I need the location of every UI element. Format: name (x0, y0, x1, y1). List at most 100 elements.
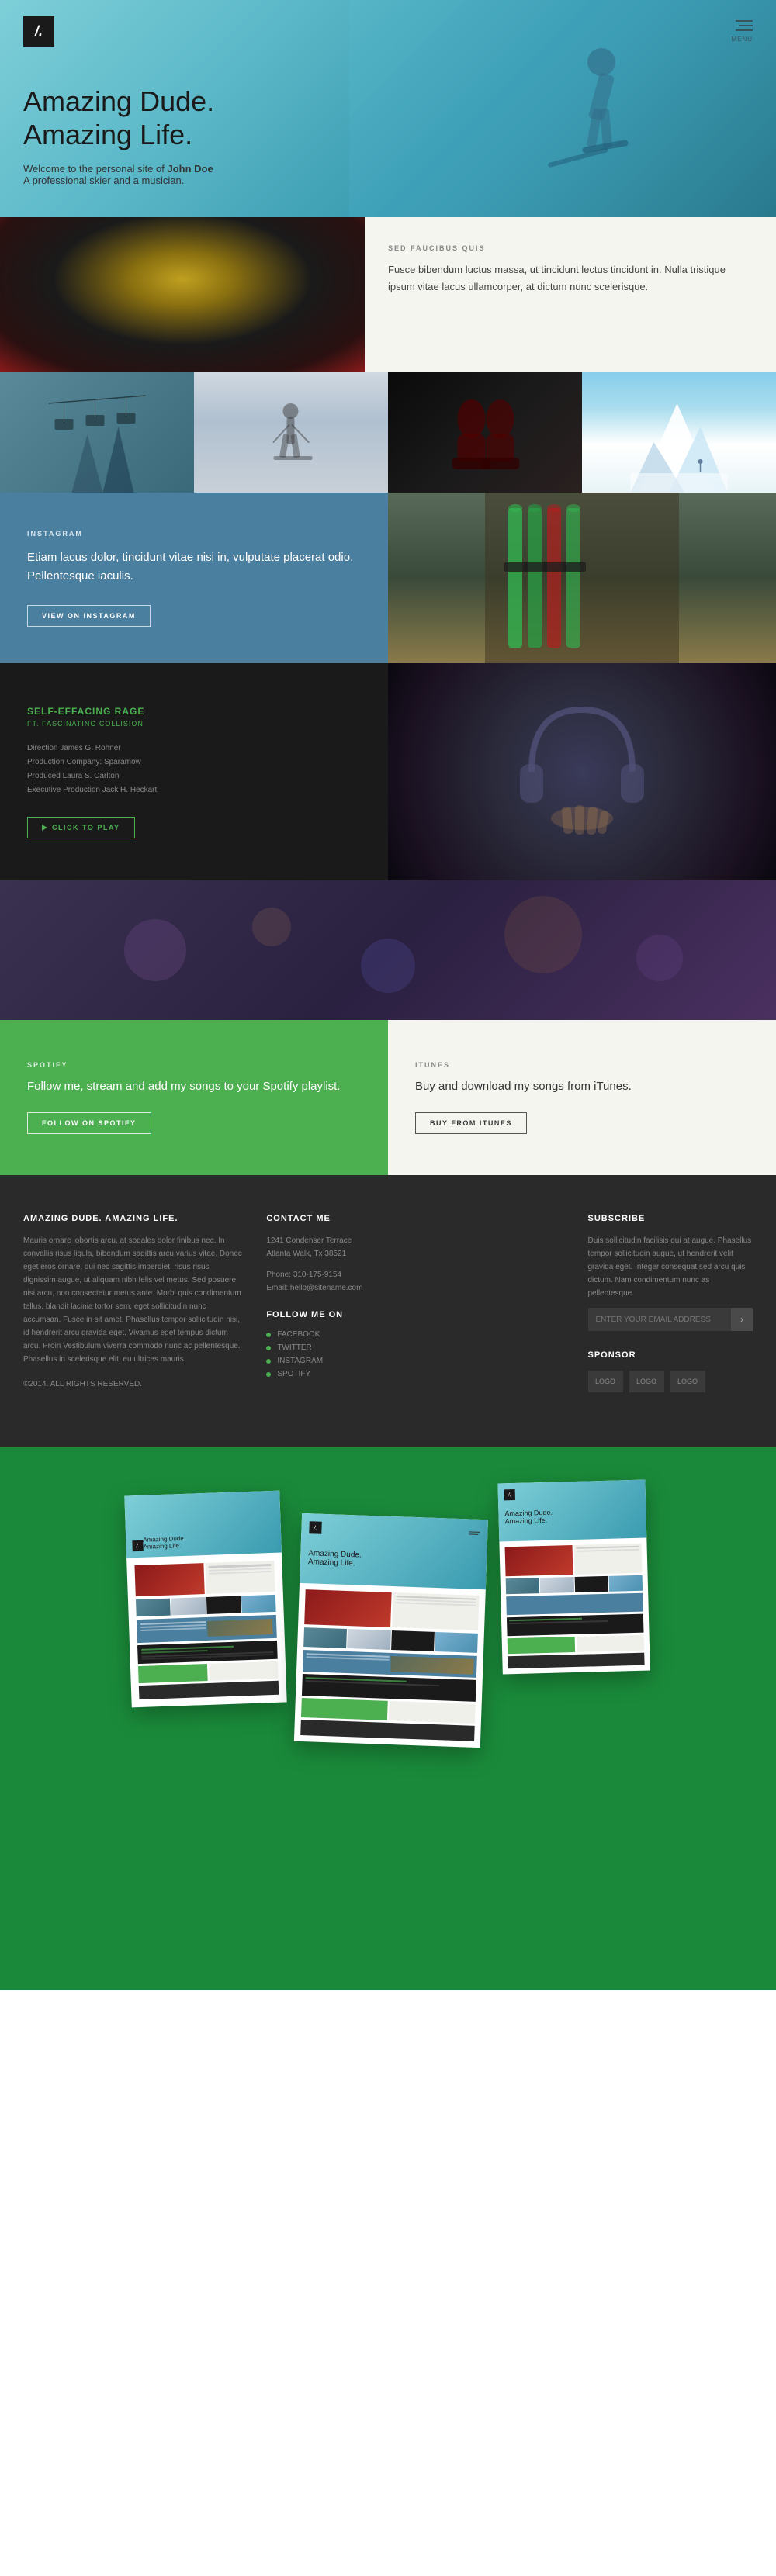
footer-follow-title: FOLLOW ME ON (266, 1310, 431, 1319)
skier-field-svg (194, 372, 388, 493)
itunes-text: Buy and download my songs from iTunes. (415, 1078, 749, 1096)
social-dot-icon (266, 1359, 271, 1364)
social-twitter[interactable]: TWITTER (266, 1343, 431, 1352)
mockup-light-cell (205, 1561, 275, 1594)
mockup-cell-4 (241, 1595, 276, 1613)
goggles-image (0, 217, 365, 372)
instagram-button[interactable]: VIEW ON INSTAGRAM (27, 605, 151, 627)
header-content: Amazing Dude. Amazing Life. Welcome to t… (23, 85, 214, 186)
spotify-text: Follow me, stream and add my songs to yo… (27, 1078, 361, 1096)
photo-ski-boots (388, 372, 582, 493)
play-label: CLICK TO PLAY (52, 824, 120, 832)
mockup-instagram (137, 1615, 277, 1643)
photo-chairlift (0, 372, 194, 493)
headphones-image (388, 663, 776, 880)
subscribe-submit-button[interactable]: › (731, 1308, 753, 1331)
play-button[interactable]: CLICK TO PLAY (27, 817, 135, 838)
mockup-header-text: Amazing Dude.Amazing Life. (143, 1535, 185, 1551)
sponsor-logo-1: LOGO (588, 1371, 623, 1392)
mockup-itunes-mini (209, 1661, 279, 1681)
hero-image (349, 0, 776, 217)
mockup-photo-grid (136, 1595, 276, 1616)
lower-music-image (0, 880, 776, 1020)
footer-contact: CONTACT ME 1241 Condenser Terrace Atlant… (266, 1214, 431, 1392)
mockup-cell-2 (171, 1597, 206, 1616)
mountains-svg (582, 372, 776, 493)
footer-copyright: ©2014. ALL RIGHTS RESERVED. (23, 1378, 243, 1391)
mockup-spotify-mini (138, 1664, 208, 1683)
footer-sponsor-title: SPONSOR (588, 1350, 753, 1360)
footer-subscribe-text: Duis sollicitudin facilisis dui at augue… (588, 1234, 753, 1300)
footer-subscribe-form: › (588, 1308, 753, 1331)
social-facebook[interactable]: FACEBOOK (266, 1330, 431, 1339)
footer-social-links: FACEBOOK TWITTER INSTAGRAM SPOTIFY (266, 1330, 431, 1378)
music-title: SELF-EFFACING RAGE (27, 706, 361, 717)
itunes-label: ITUNES (415, 1061, 749, 1069)
music-section: SELF-EFFACING RAGE FT. FASCINATING COLLI… (0, 663, 776, 880)
mockup-2: /. Amazing Dude.Amazing Life. (294, 1513, 488, 1748)
footer-phone: Phone: 310-175-9154 (266, 1268, 431, 1281)
mockup-cell-3 (206, 1596, 241, 1614)
split-section: SED FAUCIBUS QUIS Fusce bibendum luctus … (0, 217, 776, 372)
mockup-display: /. Amazing Dude.Amazing Life. (31, 1493, 745, 1721)
mockup-3: /. Amazing Dude.Amazing Life. (497, 1480, 650, 1675)
photo-skier-field (194, 372, 388, 493)
footer-brand: AMAZING DUDE. AMAZING LIFE. Mauris ornar… (23, 1214, 243, 1392)
spotify-block: SPOTIFY Follow me, stream and add my son… (0, 1020, 388, 1175)
sponsor-logos: LOGO LOGO LOGO (588, 1371, 753, 1392)
mockup-2-body (294, 1583, 486, 1748)
music-credits: Direction James G. Rohner Production Com… (27, 742, 361, 797)
mockup-2-title: Amazing Dude.Amazing Life. (308, 1549, 480, 1572)
skier-svg (349, 0, 776, 217)
footer-spacer (455, 1214, 565, 1392)
itunes-button[interactable]: BUY FROM ITUNES (415, 1112, 527, 1134)
footer-brand-title: AMAZING DUDE. AMAZING LIFE. (23, 1214, 243, 1223)
footer-subscribe: SUBSCRIBE Duis sollicitudin facilisis du… (588, 1214, 753, 1392)
photo-mountains (582, 372, 776, 493)
photo-grid (0, 372, 776, 493)
mockup-3-header: /. Amazing Dude.Amazing Life. (497, 1480, 646, 1542)
footer-grid: AMAZING DUDE. AMAZING LIFE. Mauris ornar… (23, 1214, 753, 1392)
faucibus-label: SED FAUCIBUS QUIS (388, 244, 753, 252)
mockup-2-header: /. Amazing Dude.Amazing Life. (300, 1513, 488, 1589)
header-title: Amazing Dude. Amazing Life. (23, 85, 214, 151)
footer-address: 1241 Condenser Terrace Atlanta Walk, Tx … (266, 1234, 431, 1260)
header-subtitle: Welcome to the personal site of John Doe… (23, 163, 214, 186)
faucibus-section: SED FAUCIBUS QUIS Fusce bibendum luctus … (365, 217, 776, 372)
ski-boots-svg (388, 372, 582, 493)
mockup-2-logo: /. (309, 1521, 322, 1534)
play-icon (42, 825, 47, 831)
mockup-cell-1 (136, 1599, 171, 1617)
spotify-label: SPOTIFY (27, 1061, 361, 1069)
preview-section: /. Amazing Dude.Amazing Life. (0, 1447, 776, 1990)
social-dot-icon (266, 1346, 271, 1350)
spotify-button[interactable]: FOLLOW ON SPOTIFY (27, 1112, 151, 1134)
instagram-section: INSTAGRAM Etiam lacus dolor, tincidunt v… (0, 493, 776, 663)
mockup-1-header: /. Amazing Dude.Amazing Life. (124, 1491, 282, 1558)
social-dot-icon (266, 1333, 271, 1337)
mockup-red-cell (134, 1563, 204, 1596)
social-dot-icon (266, 1372, 271, 1377)
itunes-block: ITUNES Buy and download my songs from iT… (388, 1020, 776, 1175)
social-instagram[interactable]: INSTAGRAM (266, 1357, 431, 1365)
lower-music-svg (0, 880, 776, 1020)
logo-text: /. (35, 23, 43, 40)
instagram-content: INSTAGRAM Etiam lacus dolor, tincidunt v… (0, 493, 388, 663)
mockup-footer (139, 1681, 279, 1699)
footer-brand-text: Mauris ornare lobortis arcu, at sodales … (23, 1234, 243, 1366)
footer-contact-title: CONTACT ME (266, 1214, 431, 1223)
logo[interactable]: /. (23, 16, 54, 47)
mockup-1-body (126, 1553, 287, 1708)
sponsor-logo-3: LOGO (670, 1371, 705, 1392)
headphones-svg (388, 663, 776, 880)
instagram-label: INSTAGRAM (27, 530, 361, 538)
mockup-1: /. Amazing Dude.Amazing Life. (124, 1491, 286, 1708)
faucibus-text: Fusce bibendum luctus massa, ut tincidun… (388, 261, 753, 296)
footer-email: Email: hello@sitename.com (266, 1281, 431, 1295)
subscribe-email-input[interactable] (588, 1308, 732, 1331)
instagram-text: Etiam lacus dolor, tincidunt vitae nisi … (27, 548, 361, 586)
header: /. MENU Amazing Dude. Amazing Life. Welc… (0, 0, 776, 217)
mockup-streaming (138, 1661, 279, 1683)
chairlift-svg (0, 372, 194, 493)
social-spotify[interactable]: SPOTIFY (266, 1370, 431, 1378)
